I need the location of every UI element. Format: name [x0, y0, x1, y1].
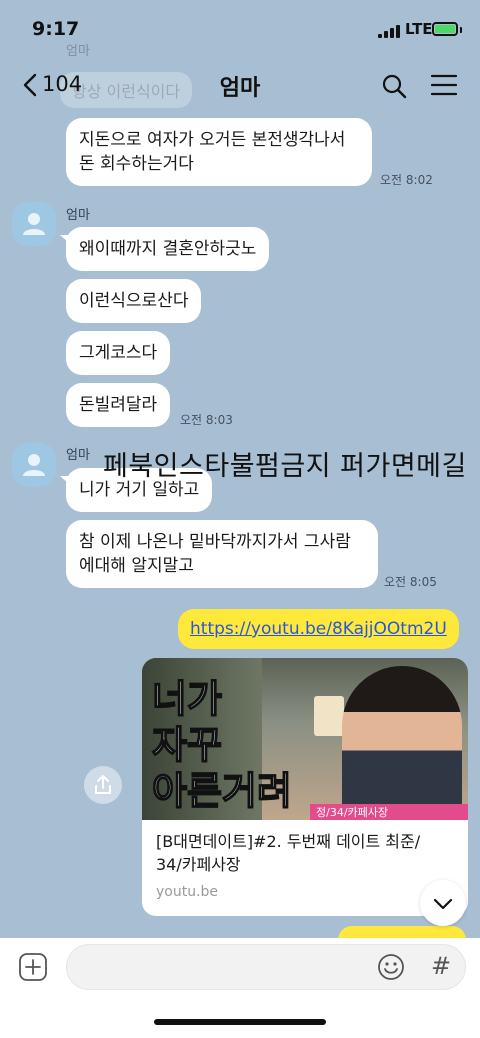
menu-icon[interactable] [430, 72, 458, 98]
share-button[interactable] [84, 766, 122, 804]
signal-icon [378, 24, 404, 38]
message-input[interactable] [66, 944, 466, 990]
thumbnail-person [342, 666, 462, 820]
link-preview-card[interactable]: 너가 자꾸 아른거려 정/34/카페사장 [B대면데이트]#2. 두번째 데이트… [142, 658, 468, 916]
card-title: [B대면데이트]#2. 두번째 데이트 최준/ 34/카페사장 [156, 832, 421, 874]
chevron-down-icon [433, 898, 453, 910]
thumbnail-caption: 너가 자꾸 아른거려 [151, 676, 292, 814]
search-icon[interactable] [380, 72, 408, 100]
message-bubble[interactable]: 지돈으로 여자가 오거든 본전생각나서 돈 회수하는거다 [66, 118, 372, 186]
watermark-text: 페북인스타불펌금지 퍼가면메길 [103, 451, 467, 482]
message-bubble[interactable]: 이런식으로산다 [66, 279, 202, 323]
back-count[interactable]: 104 [42, 72, 82, 96]
message-time: 오전 8:05 [384, 575, 437, 589]
my-link-bubble[interactable]: https://youtu.be/8KajjOOtm2U [178, 609, 459, 649]
scroll-down-button[interactable] [420, 880, 466, 926]
person-icon [23, 213, 45, 235]
hash-icon[interactable]: # [426, 950, 456, 982]
message-bubble[interactable]: 왜이때까지 결혼안하긋노 [59, 227, 270, 271]
home-indicator [154, 1019, 326, 1025]
emoji-icon[interactable] [376, 952, 406, 982]
message-time: 오전 8:02 [380, 173, 433, 187]
status-time: 9:17 [32, 18, 80, 40]
message-bubble[interactable]: 돈빌려달라 [66, 383, 171, 427]
plus-icon[interactable] [18, 952, 48, 982]
message-bubble[interactable]: 그게코스다 [66, 331, 171, 375]
message-bubble[interactable]: 참 이제 나온나 밑바닥까지가서 그사람 에대해 알지말고 [66, 520, 378, 588]
ghost-sender: 엄마 [66, 44, 90, 59]
battery-icon [432, 22, 458, 36]
sender-name: 엄마 [66, 448, 90, 463]
video-thumbnail[interactable]: 너가 자꾸 아른거려 정/34/카페사장 [142, 658, 468, 820]
battery-tip [460, 27, 462, 33]
person-icon [23, 454, 45, 476]
thumbnail-bar: 정/34/카페사장 [310, 804, 468, 820]
share-icon [95, 775, 111, 794]
youtube-link[interactable]: https://youtu.be/8KajjOOtm2U [190, 619, 447, 639]
avatar[interactable] [12, 202, 56, 246]
message-time: 오전 8:03 [180, 413, 233, 427]
back-icon[interactable] [18, 72, 44, 98]
sender-name: 엄마 [66, 208, 90, 223]
thumbnail-lamp [314, 696, 344, 736]
network-label: LTE [405, 20, 433, 38]
avatar[interactable] [12, 443, 56, 487]
